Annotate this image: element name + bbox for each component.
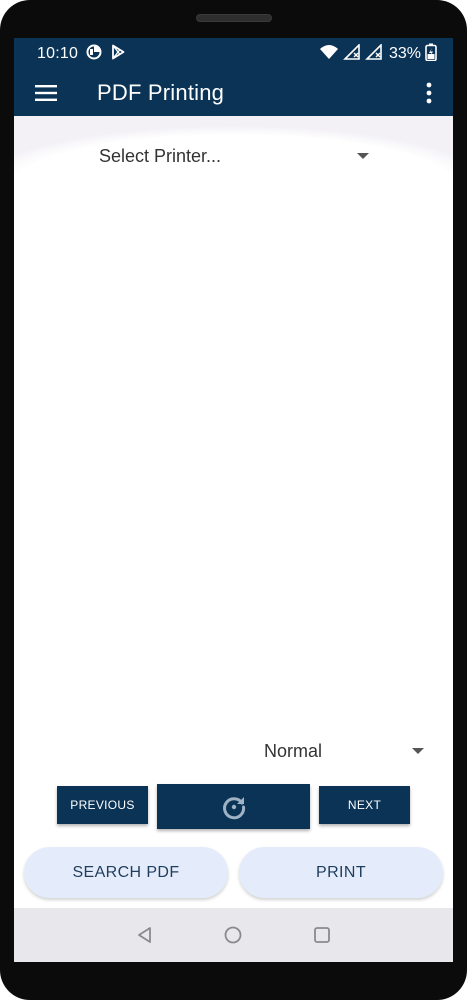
speaker-grille xyxy=(196,14,272,22)
rotate-icon xyxy=(222,796,245,819)
search-pdf-button[interactable]: SEARCH PDF xyxy=(24,847,228,898)
screen: 10:10 33% PDF Printing Select Printer...… xyxy=(14,38,453,962)
pdf-preview-area: Select Printer... Normal PREVIOUS NEXT S… xyxy=(14,116,453,908)
app-bar: PDF Printing xyxy=(14,70,453,116)
back-button[interactable] xyxy=(133,923,157,947)
recents-square-icon xyxy=(314,927,330,943)
hamburger-menu-icon xyxy=(35,85,57,101)
status-bar: 10:10 33% xyxy=(14,38,453,70)
status-right: 33% xyxy=(319,42,437,66)
battery-percent: 33% xyxy=(388,45,421,62)
data-saver-icon xyxy=(86,44,102,65)
previous-button[interactable]: PREVIOUS xyxy=(57,786,148,824)
rotate-button[interactable] xyxy=(157,784,310,829)
device-frame: 10:10 33% PDF Printing Select Printer...… xyxy=(0,0,467,1000)
action-buttons: SEARCH PDF PRINT xyxy=(14,847,453,899)
dropdown-arrow-icon xyxy=(357,153,369,159)
home-button[interactable] xyxy=(221,923,245,947)
dropdown-arrow-icon xyxy=(412,748,424,754)
home-circle-icon xyxy=(224,926,242,944)
no-signal-icon xyxy=(343,42,361,65)
printer-dropdown-label: Select Printer... xyxy=(99,145,222,166)
print-button[interactable]: PRINT xyxy=(239,847,443,898)
menu-button[interactable] xyxy=(21,70,71,116)
back-triangle-icon xyxy=(138,927,151,943)
play-store-icon xyxy=(110,44,126,65)
status-time: 10:10 xyxy=(37,45,79,62)
overflow-menu-button[interactable] xyxy=(409,70,449,116)
status-left: 10:10 xyxy=(37,44,126,65)
no-signal-icon xyxy=(365,42,383,65)
wifi-icon xyxy=(319,44,339,65)
scale-dropdown-label: Normal xyxy=(264,740,323,761)
system-navigation-bar xyxy=(14,908,453,962)
more-vertical-icon xyxy=(426,82,432,104)
app-title: PDF Printing xyxy=(97,80,225,105)
printer-dropdown[interactable]: Select Printer... xyxy=(99,140,369,172)
page-navigation: PREVIOUS NEXT xyxy=(14,784,453,830)
battery-charging-icon xyxy=(425,43,437,66)
recents-button[interactable] xyxy=(310,923,334,947)
next-button[interactable]: NEXT xyxy=(319,786,410,824)
scale-dropdown[interactable]: Normal xyxy=(264,736,424,766)
